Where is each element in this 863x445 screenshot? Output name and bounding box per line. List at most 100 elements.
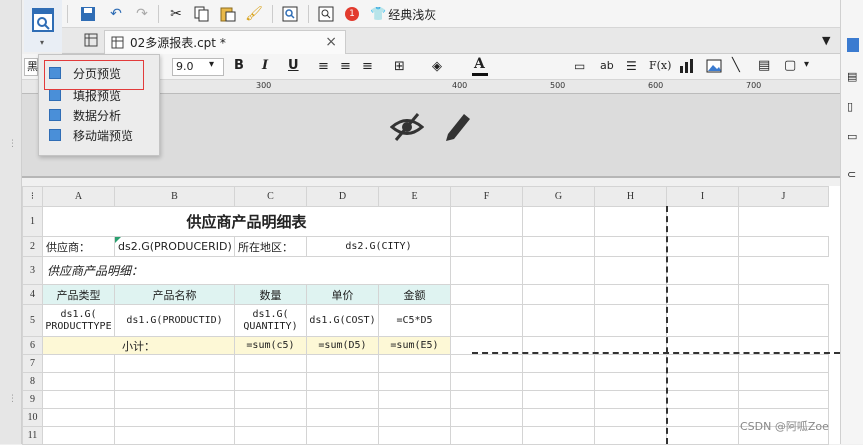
cell[interactable] xyxy=(42,408,115,427)
row-header[interactable]: 9 xyxy=(22,390,43,409)
row-header[interactable]: 1 xyxy=(22,206,43,237)
copy-icon[interactable] xyxy=(192,4,212,24)
column-header[interactable]: J xyxy=(738,186,829,207)
cell[interactable] xyxy=(306,372,379,391)
column-header[interactable]: A xyxy=(42,186,115,207)
chevron-down-icon[interactable]: ▾ xyxy=(209,59,214,70)
cell[interactable] xyxy=(450,236,523,257)
row-header[interactable]: 7 xyxy=(22,354,43,373)
cell[interactable] xyxy=(522,390,595,409)
cell[interactable] xyxy=(666,304,739,337)
column-header[interactable]: G xyxy=(522,186,595,207)
cell[interactable] xyxy=(378,354,451,373)
frame-icon[interactable]: ▢ xyxy=(784,58,796,73)
cell[interactable] xyxy=(522,236,595,257)
cell[interactable] xyxy=(522,408,595,427)
cell[interactable] xyxy=(522,304,595,337)
column-header[interactable]: C xyxy=(234,186,307,207)
cell[interactable] xyxy=(378,390,451,409)
cell[interactable] xyxy=(594,284,667,305)
header-product-type[interactable]: 产品类型 xyxy=(42,284,115,305)
cell[interactable] xyxy=(738,284,829,305)
product-id-cell[interactable]: ds1.G(PRODUCTID) xyxy=(114,304,235,337)
undo-icon[interactable]: ↶ xyxy=(106,4,126,24)
cell[interactable] xyxy=(450,372,523,391)
cell[interactable] xyxy=(666,284,739,305)
cell[interactable] xyxy=(378,408,451,427)
cell[interactable] xyxy=(378,372,451,391)
cell[interactable] xyxy=(450,390,523,409)
cell[interactable] xyxy=(450,304,523,337)
menu-item-fill-preview[interactable]: 填报预览 xyxy=(39,85,159,105)
italic-button[interactable]: I xyxy=(262,58,268,73)
attr-icon[interactable]: ▯ xyxy=(847,100,853,113)
cell[interactable] xyxy=(450,284,523,305)
panel-grip-icon[interactable]: ⋮ xyxy=(8,140,17,149)
cell-attr-icon[interactable] xyxy=(847,38,859,52)
chart-icon[interactable] xyxy=(678,58,694,77)
cell[interactable] xyxy=(522,372,595,391)
cell[interactable] xyxy=(594,408,667,427)
subreport-icon[interactable]: ☰ xyxy=(626,59,637,73)
cell[interactable] xyxy=(114,426,235,445)
cell[interactable] xyxy=(234,390,307,409)
row-header[interactable]: 4 xyxy=(22,284,43,305)
cell[interactable] xyxy=(666,390,739,409)
cell[interactable] xyxy=(42,372,115,391)
producer-id-cell[interactable]: ds2.G(PRODUCERID) xyxy=(114,236,235,257)
cell[interactable] xyxy=(306,354,379,373)
cell[interactable] xyxy=(450,354,523,373)
cell[interactable] xyxy=(114,390,235,409)
column-header[interactable]: B xyxy=(114,186,235,207)
cell[interactable] xyxy=(594,372,667,391)
row-header[interactable]: 6 xyxy=(22,336,43,355)
cell[interactable] xyxy=(450,426,523,445)
theme-switch-button[interactable]: 👕 经典浅灰 xyxy=(370,6,436,23)
font-size-select[interactable]: 9.0 xyxy=(172,58,224,76)
column-header[interactable]: D xyxy=(306,186,379,207)
notification-badge[interactable]: 1 xyxy=(345,7,359,21)
cell[interactable] xyxy=(738,304,829,337)
region-label-cell[interactable]: 所在地区： xyxy=(234,236,307,257)
cell[interactable] xyxy=(234,372,307,391)
cell[interactable] xyxy=(522,256,595,285)
cell[interactable] xyxy=(522,354,595,373)
tab-close-icon[interactable]: × xyxy=(325,34,337,50)
cell[interactable] xyxy=(306,408,379,427)
cell[interactable] xyxy=(594,206,667,237)
border-icon[interactable]: ⊞ xyxy=(394,59,405,74)
formula-button[interactable]: F(x) xyxy=(649,59,671,72)
cell[interactable] xyxy=(114,354,235,373)
font-color-icon[interactable]: A xyxy=(474,56,485,72)
menu-item-data-analysis[interactable]: 数据分析 xyxy=(39,105,159,125)
cell[interactable] xyxy=(594,390,667,409)
image-icon[interactable] xyxy=(706,58,722,77)
column-header[interactable]: I xyxy=(666,186,739,207)
city-cell[interactable]: ds2.G(CITY) xyxy=(306,236,451,257)
cell[interactable] xyxy=(666,426,739,445)
cell[interactable] xyxy=(666,354,739,373)
save-icon[interactable] xyxy=(78,4,98,24)
cell[interactable] xyxy=(234,426,307,445)
column-header[interactable]: E xyxy=(378,186,451,207)
paste-icon[interactable] xyxy=(218,4,238,24)
preview-button[interactable]: ▾ xyxy=(24,0,62,52)
chevron-down-icon[interactable]: ▾ xyxy=(40,38,44,47)
row-header[interactable]: 8 xyxy=(22,372,43,391)
header-unit-price[interactable]: 单价 xyxy=(306,284,379,305)
cell[interactable] xyxy=(114,408,235,427)
header-quantity[interactable]: 数量 xyxy=(234,284,307,305)
cell[interactable] xyxy=(738,390,829,409)
redo-icon[interactable]: ↷ xyxy=(132,4,152,24)
sheet-icon[interactable]: ▤ xyxy=(758,58,770,73)
tab-report-file[interactable]: 02多源报表.cpt * × xyxy=(104,30,346,54)
cell[interactable] xyxy=(234,354,307,373)
subtotal-cost-cell[interactable]: =sum(D5) xyxy=(306,336,379,355)
cell[interactable] xyxy=(666,236,739,257)
cell[interactable] xyxy=(522,426,595,445)
edit-pencil-icon[interactable] xyxy=(442,110,472,142)
cell[interactable] xyxy=(522,284,595,305)
cell[interactable] xyxy=(666,206,739,237)
column-header[interactable]: F xyxy=(450,186,523,207)
cell[interactable] xyxy=(738,236,829,257)
